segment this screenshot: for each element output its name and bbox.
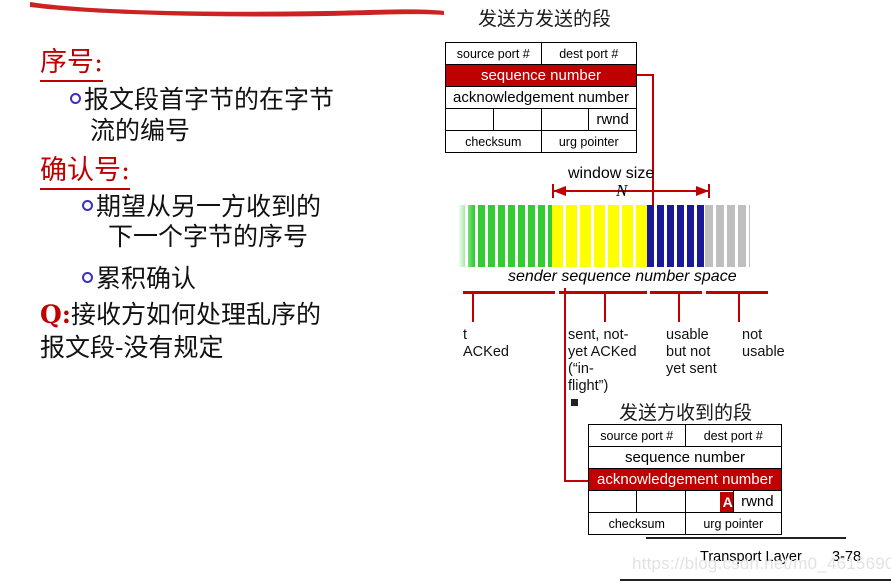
bottom-segment-title: 发送方收到的段 bbox=[619, 402, 753, 424]
sequence-space-axis-label: sender sequence number space bbox=[508, 268, 737, 285]
legend-in-flight-line-0: sent, not- bbox=[568, 327, 629, 343]
red-underline-stroke bbox=[30, 2, 444, 17]
question-line1-text: 接收方如何处理乱序的 bbox=[71, 300, 322, 329]
ack-flag-badge: A bbox=[719, 491, 733, 512]
cell-flags-2 bbox=[636, 490, 686, 513]
window-size-arrow bbox=[552, 184, 710, 198]
legend-usable: usable but not yet sent bbox=[666, 327, 717, 378]
legend-not-usable-line-1: usable bbox=[742, 344, 785, 360]
bullet-cumulative-ack: 累积确认 bbox=[82, 264, 196, 294]
heading-sequence-number: 序号: bbox=[40, 40, 104, 82]
bracket-acked bbox=[463, 291, 555, 294]
cell-checksum: checksum bbox=[445, 130, 542, 153]
cell-rwnd: rwnd bbox=[588, 108, 637, 131]
bullet-seq-line2: 流的编号 bbox=[90, 116, 191, 145]
watermark-url: https://blog.csdn.net/m0_46156900 bbox=[632, 554, 891, 573]
connector-ack-horizontal bbox=[564, 480, 588, 482]
bracket-usable-drop bbox=[678, 294, 680, 322]
table-row: source port # dest port # bbox=[445, 42, 637, 65]
bottom-segment-table: source port # dest port # sequence numbe… bbox=[587, 424, 783, 535]
question-marker: Q: bbox=[40, 300, 72, 329]
bracket-acked-drop bbox=[472, 294, 474, 322]
cell-source-port: source port # bbox=[445, 42, 542, 65]
band-acked-fade bbox=[458, 205, 474, 267]
window-size-label: window size bbox=[568, 165, 655, 182]
table-row: acknowledgement number bbox=[588, 468, 782, 491]
band-usable-not-sent bbox=[647, 205, 705, 267]
legend-usable-line-1: but not bbox=[666, 344, 711, 360]
bullet-seq-line1: 报文段首字节的在字节 bbox=[70, 85, 334, 115]
cell-flags-1 bbox=[445, 108, 494, 131]
cell-sequence-number-highlight: sequence number bbox=[445, 64, 637, 87]
table-row: acknowledgement number bbox=[445, 86, 637, 109]
cell-dest-port: dest port # bbox=[684, 424, 782, 447]
band-not-usable bbox=[705, 205, 750, 267]
band-in-flight bbox=[552, 205, 647, 267]
top-segment-table: source port # dest port # sequence numbe… bbox=[445, 42, 637, 153]
legend-not-usable: not usable bbox=[742, 327, 785, 361]
table-row: checksum urg pointer bbox=[445, 130, 637, 153]
sender-sequence-space-bar bbox=[458, 205, 750, 267]
bullet-ack-line2: 下一个字节的序号 bbox=[108, 222, 309, 251]
cell-dest-port: dest port # bbox=[540, 42, 637, 65]
legend-not-usable-line-0: not bbox=[742, 327, 763, 343]
cell-urg-pointer: urg pointer bbox=[540, 130, 637, 153]
question-line2: 报文段-没有规定 bbox=[40, 333, 224, 362]
bullet-ack-line1: 期望从另一方收到的 bbox=[82, 192, 321, 222]
bullet-seq-line1-text: 报文段首字节的在字节 bbox=[84, 85, 335, 114]
table-row: checksum urg pointer bbox=[588, 512, 782, 535]
cell-ack-flag: A bbox=[684, 490, 734, 513]
ring-bullet-icon bbox=[82, 200, 93, 211]
bullet-ack-line1-text: 期望从另一方收到的 bbox=[96, 192, 322, 221]
cell-checksum: checksum bbox=[588, 512, 686, 535]
legend-usable-line-0: usable bbox=[666, 327, 709, 343]
bracket-not-usable-drop bbox=[738, 294, 740, 322]
cell-acknowledgement-number: acknowledgement number bbox=[445, 86, 637, 109]
cell-flags-3 bbox=[540, 108, 590, 131]
table-row: sequence number bbox=[588, 446, 782, 469]
heading-sequence-number-text: 序号: bbox=[40, 47, 104, 82]
bullet-cumulative-ack-text: 累积确认 bbox=[96, 264, 197, 293]
cell-sequence-number: sequence number bbox=[588, 446, 782, 469]
table-row: source port # dest port # bbox=[588, 424, 782, 447]
cell-source-port: source port # bbox=[588, 424, 686, 447]
ring-bullet-icon bbox=[70, 93, 81, 104]
window-size-n-label: N bbox=[616, 181, 628, 200]
legend-acked-line-1: ACKed bbox=[463, 344, 509, 360]
question-line1: Q:接收方如何处理乱序的 bbox=[40, 300, 321, 330]
connector-ack-vertical bbox=[564, 288, 566, 481]
legend-in-flight-line-1: yet ACKed bbox=[568, 344, 637, 360]
cell-urg-pointer: urg pointer bbox=[684, 512, 782, 535]
heading-ack-number: 确认号: bbox=[40, 148, 131, 190]
bracket-usable bbox=[650, 291, 702, 294]
heading-ack-number-text: 确认号: bbox=[40, 155, 131, 190]
footer-divider-top bbox=[646, 537, 846, 539]
bracket-in-flight-drop bbox=[604, 294, 606, 322]
top-segment-title: 发送方发送的段 bbox=[478, 8, 612, 30]
table-row: A rwnd bbox=[587, 490, 783, 513]
cell-acknowledgement-number-highlight: acknowledgement number bbox=[588, 468, 782, 491]
footer-divider-bottom bbox=[620, 579, 891, 581]
legend-in-flight: sent, not- yet ACKed (“in- flight”) bbox=[568, 327, 637, 395]
cell-rwnd: rwnd bbox=[732, 490, 783, 513]
legend-in-flight-line-3: flight”) bbox=[568, 378, 609, 394]
bracket-not-usable bbox=[706, 291, 768, 294]
square-bullet-icon bbox=[571, 399, 578, 406]
bracket-in-flight bbox=[559, 291, 647, 294]
legend-in-flight-line-2: (“in- bbox=[568, 361, 594, 377]
legend-acked: t ACKed bbox=[463, 327, 509, 361]
cell-flags-2 bbox=[492, 108, 542, 131]
legend-acked-line-0: t bbox=[463, 327, 468, 343]
slide-canvas: 序号: 报文段首字节的在字节 流的编号 确认号: 期望从另一方收到的 下一个字节… bbox=[0, 0, 891, 583]
cell-flags-1 bbox=[587, 490, 638, 513]
ring-bullet-icon bbox=[82, 272, 93, 283]
legend-usable-line-2: yet sent bbox=[666, 361, 717, 377]
table-row: sequence number bbox=[445, 64, 637, 87]
table-row: rwnd bbox=[445, 108, 637, 131]
